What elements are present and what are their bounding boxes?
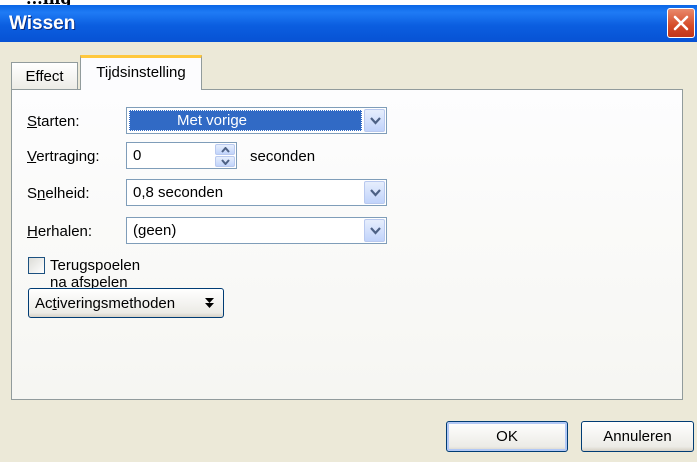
timing-panel bbox=[11, 89, 683, 400]
start-dropdown-button[interactable] bbox=[364, 109, 385, 132]
arrow-down-icon bbox=[221, 159, 230, 165]
delay-value: 0 bbox=[133, 147, 142, 164]
repeat-dropdown-button[interactable] bbox=[364, 219, 385, 242]
chevron-down-icon bbox=[370, 189, 381, 197]
repeat-label: Herhalen: bbox=[27, 223, 93, 240]
rewind-checkbox[interactable] bbox=[28, 257, 45, 274]
double-chevron-down-icon bbox=[205, 298, 214, 308]
repeat-select[interactable]: (geen) bbox=[126, 217, 387, 244]
delay-spin-buttons bbox=[215, 144, 235, 167]
rewind-label[interactable]: Terugspoelen na afspelen bbox=[50, 257, 140, 291]
arrow-up-icon bbox=[221, 147, 230, 153]
triggers-button[interactable]: Activeringsmethoden bbox=[28, 288, 224, 318]
start-select[interactable]: Met vorige bbox=[126, 107, 387, 134]
ok-button[interactable]: OK bbox=[446, 421, 568, 452]
close-button[interactable] bbox=[667, 8, 695, 38]
triggers-label: Activeringsmethoden bbox=[35, 295, 176, 312]
chevron-down-icon bbox=[370, 227, 381, 235]
start-label: Starten: bbox=[27, 113, 80, 130]
repeat-value: (geen) bbox=[133, 222, 177, 239]
speed-label: Snelheid: bbox=[27, 185, 90, 202]
spin-up-button[interactable] bbox=[215, 144, 235, 155]
tab-timing-label: Tijdsinstelling bbox=[96, 64, 186, 81]
delay-unit: seconden bbox=[250, 148, 316, 165]
cancel-button[interactable]: Annuleren bbox=[581, 421, 694, 452]
tab-effect[interactable]: Effect bbox=[11, 62, 78, 90]
delay-spinner[interactable]: 0 bbox=[126, 142, 237, 169]
tab-effect-label: Effect bbox=[25, 68, 64, 85]
start-value: Met vorige bbox=[129, 110, 362, 131]
spin-down-button[interactable] bbox=[215, 156, 235, 167]
delay-label: Vertraging: bbox=[27, 148, 100, 165]
chevron-down-icon bbox=[370, 117, 381, 125]
speed-select[interactable]: 0,8 seconden bbox=[126, 179, 387, 206]
title-bar: Wissen bbox=[0, 5, 697, 42]
close-icon bbox=[673, 15, 689, 31]
tab-timing[interactable]: Tijdsinstelling bbox=[80, 55, 202, 90]
window-title: Wissen bbox=[9, 13, 76, 34]
speed-dropdown-button[interactable] bbox=[364, 181, 385, 204]
speed-value: 0,8 seconden bbox=[133, 184, 224, 201]
